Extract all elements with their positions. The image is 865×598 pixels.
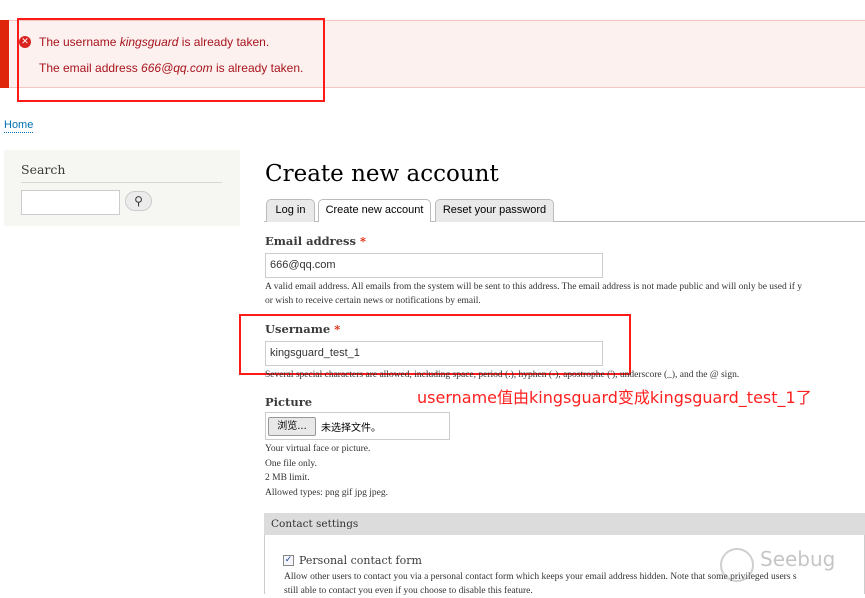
picture-desc: Allowed types: png gif jpg jpeg. [265, 488, 388, 498]
picture-label: Picture [265, 395, 313, 409]
label-text: Username [265, 322, 331, 336]
required-marker: * [360, 234, 367, 248]
search-icon: ⚲ [134, 194, 143, 208]
divider [21, 182, 222, 183]
picture-desc: 2 MB limit. [265, 473, 310, 483]
contact-desc: Allow other users to contact you via a p… [284, 572, 797, 582]
search-button[interactable]: ⚲ [125, 191, 152, 211]
username-label: Username * [265, 322, 340, 336]
watermark-logo-icon [720, 548, 754, 582]
email-field[interactable]: 666@qq.com [265, 253, 603, 278]
contact-desc-2: still able to contact you even if you ch… [284, 586, 533, 596]
annotation-rect-errors [17, 18, 325, 102]
search-input[interactable] [21, 190, 120, 215]
tab-log-in[interactable]: Log in [266, 199, 315, 222]
picture-desc: One file only. [265, 459, 317, 469]
error-bar [0, 20, 9, 88]
username-description: Several special characters are allowed, … [265, 370, 740, 380]
annotation-text: username值由kingsguard变成kingsguard_test_1了 [417, 388, 812, 407]
email-description: A valid email address. All emails from t… [265, 282, 803, 292]
required-marker: * [334, 322, 341, 336]
tab-create-account[interactable]: Create new account [318, 199, 431, 222]
watermark: Seebug [760, 547, 836, 571]
email-description-block: A valid email address. All emails from t… [265, 280, 863, 308]
personal-contact-label[interactable]: Personal contact form [299, 554, 422, 567]
personal-contact-checkbox[interactable]: ✓ [283, 555, 294, 566]
email-description-2: or wish to receive certain news or notif… [265, 296, 481, 306]
tab-reset-password[interactable]: Reset your password [435, 199, 554, 222]
browse-button[interactable]: 浏览... [268, 417, 316, 436]
no-file-text: 未选择文件。 [321, 423, 381, 434]
search-title: Search [21, 162, 66, 177]
picture-desc: Your virtual face or picture. [265, 444, 371, 454]
email-label: Email address * [265, 234, 366, 248]
username-field[interactable]: kingsguard_test_1 [265, 341, 603, 366]
breadcrumb-home[interactable]: Home [4, 118, 34, 133]
page-title: Create new account [265, 161, 499, 187]
contact-settings-legend[interactable]: Contact settings [264, 513, 865, 535]
label-text: Email address [265, 234, 356, 248]
